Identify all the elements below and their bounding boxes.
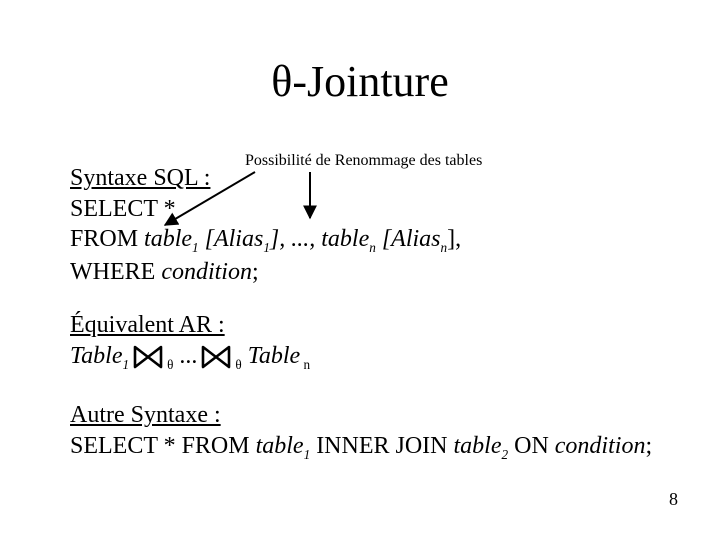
sql-tablen: table	[321, 226, 369, 252]
sql-from-end: ],	[447, 226, 461, 252]
alt-syntax-block: Autre Syntaxe : SELECT * FROM table1 INN…	[70, 400, 652, 463]
slide: θ-Jointure Possibilité de Renommage des …	[0, 0, 720, 540]
alt-table1: table	[256, 433, 304, 459]
sql-from-mid: ], ...,	[270, 226, 321, 252]
alt-prefix: SELECT * FROM	[70, 433, 256, 459]
page-number: 8	[669, 489, 678, 510]
ar-seg1: Table1	[70, 341, 129, 374]
ar-tablen-sub: n	[300, 357, 310, 372]
sql-where-cond: condition	[161, 259, 252, 285]
ar-table1: Table	[70, 343, 122, 369]
sql-table1: table	[144, 226, 192, 252]
sql-table1-sub: 1	[192, 240, 199, 255]
sql-where-prefix: WHERE	[70, 259, 161, 285]
ar-tablen: Table	[242, 343, 300, 369]
ar-equivalent-block: Équivalent AR : Table1 θ ... θ Table n	[70, 310, 310, 373]
alt-on: ON	[508, 433, 555, 459]
join-icon	[201, 345, 231, 369]
page-title: θ-Jointure	[0, 56, 720, 107]
sql-heading: Syntaxe SQL :	[70, 165, 210, 191]
sql-alias1-sub: 1	[263, 240, 270, 255]
sql-select: SELECT *	[70, 196, 176, 222]
alt-end: ;	[645, 433, 652, 459]
sql-syntax-block: Syntaxe SQL : SELECT * FROM table1 [Alia…	[70, 163, 461, 288]
theta-glyph: θ	[271, 57, 292, 106]
ar-seg3: θ Table n	[235, 341, 310, 374]
alt-inner: INNER JOIN	[310, 433, 453, 459]
ar-table1-sub: 1	[122, 357, 129, 372]
alt-table2: table	[454, 433, 502, 459]
join-icon	[133, 345, 163, 369]
sql-from-prefix: FROM	[70, 226, 144, 252]
ar-heading: Équivalent AR :	[70, 312, 225, 338]
ar-seg2: θ ...	[167, 341, 197, 374]
sql-aliasn: [Alias	[376, 226, 441, 252]
sql-tablen-sub: n	[369, 240, 376, 255]
alt-cond: condition	[555, 433, 646, 459]
ar-dots: ...	[173, 343, 197, 369]
alt-heading: Autre Syntaxe :	[70, 402, 221, 428]
sql-alias1: [Alias	[199, 226, 264, 252]
ar-expression: Table1 θ ... θ Table n	[70, 341, 310, 374]
sql-where-end: ;	[252, 259, 259, 285]
title-suffix: -Jointure	[292, 57, 448, 106]
